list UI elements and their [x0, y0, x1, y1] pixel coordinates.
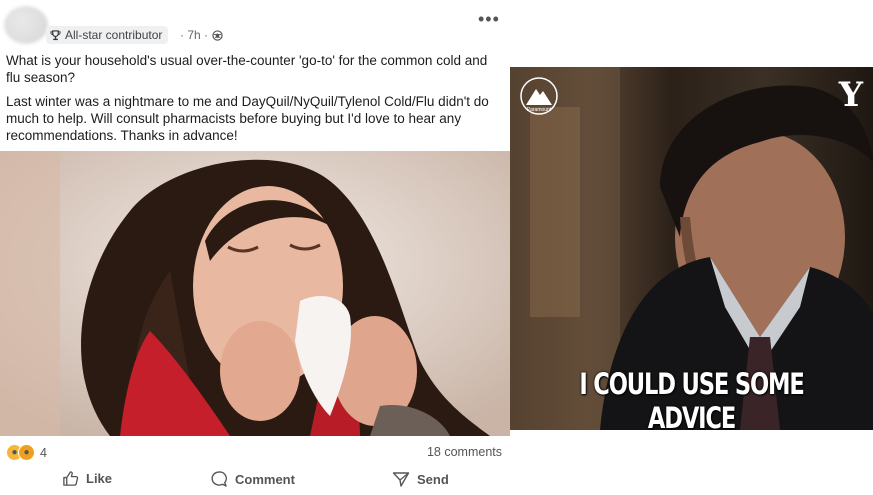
post-image[interactable] [0, 151, 510, 436]
send-icon [392, 472, 410, 487]
badge-label: All-star contributor [65, 28, 163, 42]
paramount-text: Paramount [527, 107, 552, 113]
yellowstone-logo: Y [838, 75, 863, 115]
post-question: What is your household's usual over-the-… [6, 53, 488, 85]
gif-caption: I COULD USE SOME ADVICE [579, 367, 804, 430]
post-body: Last winter was a nightmare to me and Da… [6, 94, 489, 143]
post-time: · 7h · [180, 28, 209, 42]
trophy-icon [50, 29, 61, 40]
blank-area-top [510, 0, 873, 67]
more-options-icon[interactable]: ••• [478, 10, 500, 28]
blank-area-bottom [510, 430, 873, 495]
contributor-badge: All-star contributor [46, 26, 169, 44]
send-label: Send [417, 471, 449, 487]
send-button[interactable]: Send [392, 470, 449, 488]
globe-icon [212, 29, 223, 41]
post-meta: · 7h · [180, 28, 223, 42]
comment-label: Comment [235, 471, 295, 487]
thumbs-up-icon [63, 471, 79, 486]
post-actions: Like Comment Send [0, 463, 510, 495]
comment-button[interactable]: Comment [210, 470, 295, 488]
like-button[interactable]: Like [62, 470, 112, 487]
sad-emoji-icon: ● [18, 444, 35, 461]
like-label: Like [86, 471, 113, 486]
social-post: All-star contributor · 7h · ••• What is … [0, 0, 510, 495]
reactions-summary[interactable]: ● ● 4 [6, 444, 47, 461]
paramount-logo: Paramount [518, 75, 560, 117]
comments-count[interactable]: 18 comments [427, 445, 502, 459]
reaction-count: 4 [40, 445, 47, 460]
avatar[interactable] [4, 6, 48, 44]
comment-icon [211, 471, 227, 487]
woman-sneezing-image [0, 151, 510, 436]
advice-gif[interactable]: Paramount Y I COULD USE SOME ADVICE [510, 67, 873, 430]
